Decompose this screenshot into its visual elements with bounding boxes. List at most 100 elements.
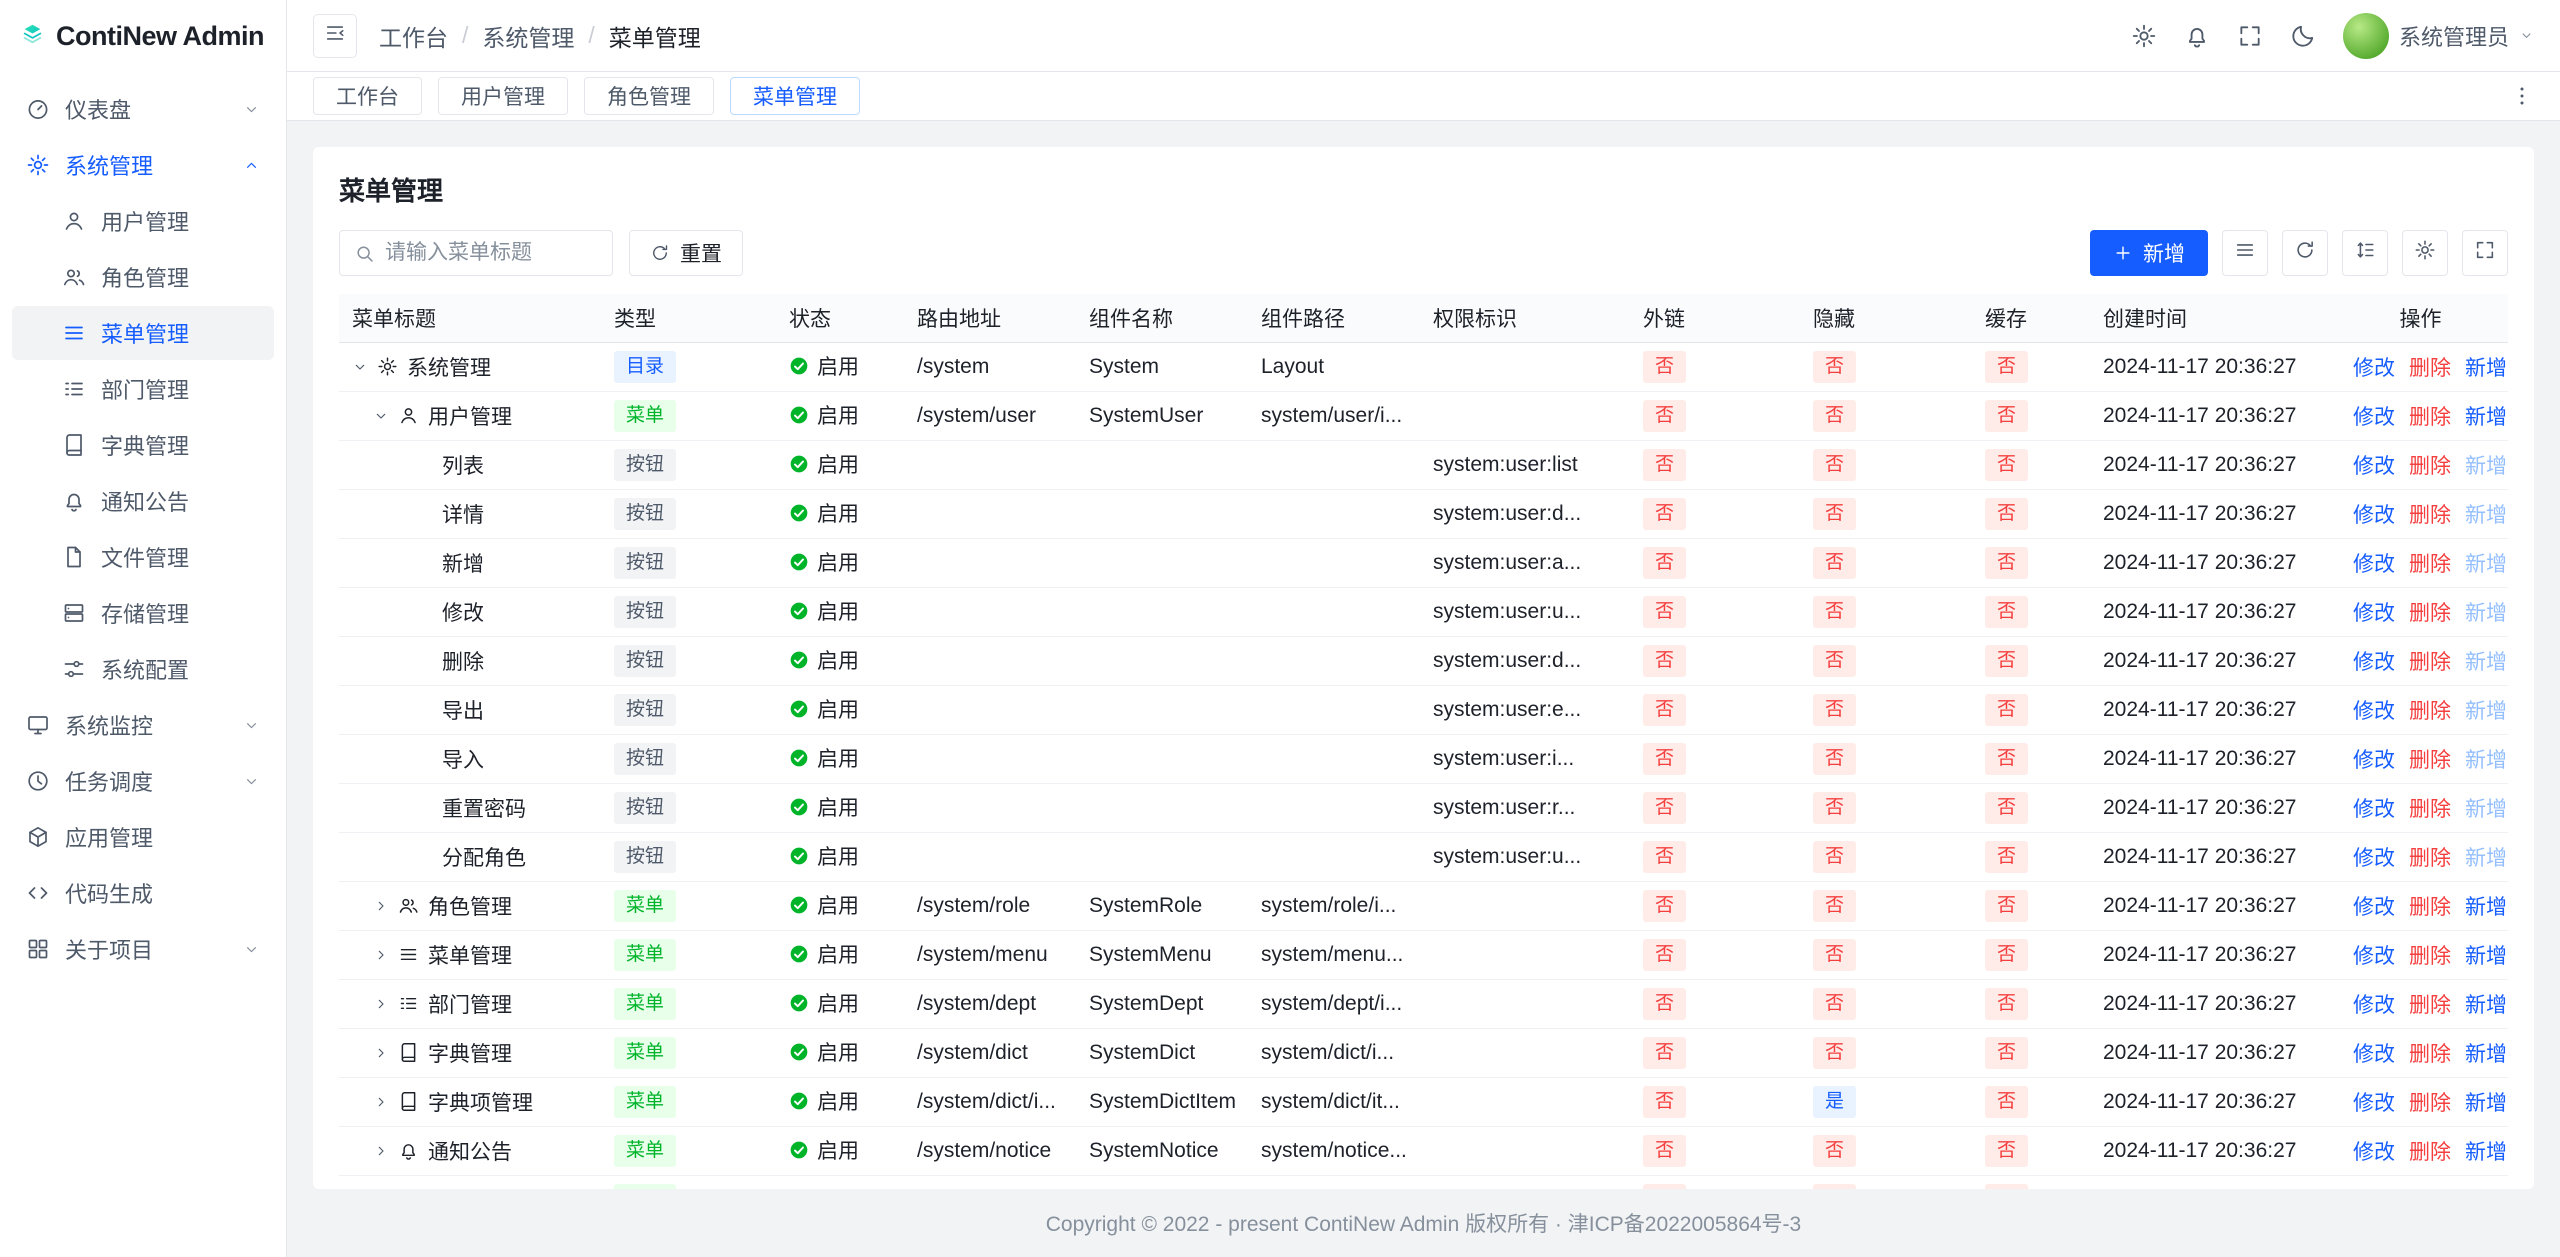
modify-link[interactable]: 修改 bbox=[2353, 847, 2395, 870]
delete-link[interactable]: 删除 bbox=[2409, 847, 2451, 870]
modify-link[interactable]: 修改 bbox=[2353, 651, 2395, 674]
table-row: 详情按钮启用system:user:d...否否否2024-11-17 20:3… bbox=[339, 489, 2508, 538]
refresh-table-button[interactable] bbox=[2282, 230, 2328, 276]
tab-role-management[interactable]: 角色管理 bbox=[584, 77, 714, 115]
add-link[interactable]: 新增 bbox=[2465, 1141, 2507, 1164]
modify-link[interactable]: 修改 bbox=[2353, 945, 2395, 968]
menu-title: 部门管理 bbox=[428, 989, 512, 1019]
add-link[interactable]: 新增 bbox=[2465, 1092, 2507, 1115]
breadcrumb-item[interactable]: 系统管理 bbox=[482, 19, 574, 53]
status-badge: 启用 bbox=[789, 792, 859, 822]
add-button-label: 新增 bbox=[2143, 238, 2185, 268]
delete-link[interactable]: 删除 bbox=[2409, 700, 2451, 723]
expand-toggle[interactable] bbox=[373, 898, 389, 914]
sidebar-item-task-schedule[interactable]: 任务调度 bbox=[12, 754, 274, 808]
modify-link[interactable]: 修改 bbox=[2353, 1141, 2395, 1164]
sidebar-item-file-management[interactable]: 文件管理 bbox=[12, 530, 274, 584]
column-settings-button[interactable] bbox=[2402, 230, 2448, 276]
delete-link[interactable]: 删除 bbox=[2409, 504, 2451, 527]
delete-link[interactable]: 删除 bbox=[2409, 602, 2451, 625]
notifications-icon[interactable] bbox=[2184, 23, 2210, 49]
dark-mode-icon[interactable] bbox=[2290, 23, 2316, 49]
sidebar-item-dict-management[interactable]: 字典管理 bbox=[12, 418, 274, 472]
tab-user-management[interactable]: 用户管理 bbox=[438, 77, 568, 115]
modify-link[interactable]: 修改 bbox=[2353, 602, 2395, 625]
delete-link[interactable]: 删除 bbox=[2409, 455, 2451, 478]
expand-toggle[interactable] bbox=[373, 996, 389, 1012]
delete-link[interactable]: 删除 bbox=[2409, 798, 2451, 821]
delete-link[interactable]: 删除 bbox=[2409, 945, 2451, 968]
delete-link[interactable]: 删除 bbox=[2409, 1043, 2451, 1066]
expand-toggle[interactable] bbox=[352, 359, 368, 375]
modify-link[interactable]: 修改 bbox=[2353, 896, 2395, 919]
add-link[interactable]: 新增 bbox=[2465, 896, 2507, 919]
search-input[interactable] bbox=[385, 241, 598, 265]
sidebar-item-system-monitor[interactable]: 系统监控 bbox=[12, 698, 274, 752]
check-circle-icon bbox=[789, 748, 809, 768]
component-path: Layout bbox=[1248, 342, 1420, 391]
tag: 按钮 bbox=[614, 498, 676, 530]
sidebar-item-code-generation[interactable]: 代码生成 bbox=[12, 866, 274, 920]
reset-button[interactable]: 重置 bbox=[629, 230, 743, 276]
add-link[interactable]: 新增 bbox=[2465, 994, 2507, 1017]
expand-toggle[interactable] bbox=[373, 1143, 389, 1159]
table-fullscreen-button[interactable] bbox=[2462, 230, 2508, 276]
delete-link[interactable]: 删除 bbox=[2409, 896, 2451, 919]
sidebar-item-system-management[interactable]: 系统管理 bbox=[12, 138, 274, 192]
delete-link[interactable]: 删除 bbox=[2409, 553, 2451, 576]
breadcrumb-item[interactable]: 菜单管理 bbox=[609, 19, 701, 53]
table-row: 重置密码按钮启用system:user:r...否否否2024-11-17 20… bbox=[339, 783, 2508, 832]
delete-link[interactable]: 删除 bbox=[2409, 749, 2451, 772]
sidebar-item-app-management[interactable]: 应用管理 bbox=[12, 810, 274, 864]
sidebar-item-notice-management[interactable]: 通知公告 bbox=[12, 474, 274, 528]
monitor-icon bbox=[26, 713, 50, 737]
user-menu[interactable]: 系统管理员 bbox=[2343, 13, 2534, 59]
modify-link[interactable]: 修改 bbox=[2353, 357, 2395, 380]
modify-link[interactable]: 修改 bbox=[2353, 1092, 2395, 1115]
check-circle-icon bbox=[789, 1091, 809, 1111]
tab-menu-management[interactable]: 菜单管理 bbox=[730, 77, 860, 115]
sidebar-item-system-config[interactable]: 系统配置 bbox=[12, 642, 274, 696]
sidebar-item-about-project[interactable]: 关于项目 bbox=[12, 922, 274, 976]
fullscreen-icon[interactable] bbox=[2237, 23, 2263, 49]
add-link[interactable]: 新增 bbox=[2465, 357, 2507, 380]
density-button[interactable] bbox=[2222, 230, 2268, 276]
settings-icon[interactable] bbox=[2131, 23, 2157, 49]
sidebar-item-menu-management[interactable]: 菜单管理 bbox=[12, 306, 274, 360]
modify-link[interactable]: 修改 bbox=[2353, 504, 2395, 527]
modify-link[interactable]: 修改 bbox=[2353, 700, 2395, 723]
delete-link[interactable]: 删除 bbox=[2409, 994, 2451, 1017]
delete-link[interactable]: 删除 bbox=[2409, 406, 2451, 429]
delete-link[interactable]: 删除 bbox=[2409, 1141, 2451, 1164]
add-link[interactable]: 新增 bbox=[2465, 1043, 2507, 1066]
delete-link[interactable]: 删除 bbox=[2409, 357, 2451, 380]
breadcrumb-item[interactable]: 工作台 bbox=[379, 19, 448, 53]
modify-link[interactable]: 修改 bbox=[2353, 406, 2395, 429]
sidebar-item-dept-management[interactable]: 部门管理 bbox=[12, 362, 274, 416]
expand-toggle[interactable] bbox=[373, 1045, 389, 1061]
sidebar-item-user-management[interactable]: 用户管理 bbox=[12, 194, 274, 248]
modify-link[interactable]: 修改 bbox=[2353, 749, 2395, 772]
sidebar-item-storage-management[interactable]: 存储管理 bbox=[12, 586, 274, 640]
sidebar-item-role-management[interactable]: 角色管理 bbox=[12, 250, 274, 304]
add-button[interactable]: 新增 bbox=[2090, 230, 2208, 276]
modify-link[interactable]: 修改 bbox=[2353, 994, 2395, 1017]
sidebar-item-dashboard[interactable]: 仪表盘 bbox=[12, 82, 274, 136]
add-link[interactable]: 新增 bbox=[2465, 406, 2507, 429]
expand-toggle[interactable] bbox=[373, 947, 389, 963]
component-path bbox=[1248, 489, 1420, 538]
modify-link[interactable]: 修改 bbox=[2353, 1043, 2395, 1066]
tab-workbench[interactable]: 工作台 bbox=[313, 77, 422, 115]
tab-more-icon[interactable] bbox=[2510, 84, 2534, 108]
delete-link[interactable]: 删除 bbox=[2409, 651, 2451, 674]
line-height-button[interactable] bbox=[2342, 230, 2388, 276]
modify-link[interactable]: 修改 bbox=[2353, 455, 2395, 478]
expand-toggle[interactable] bbox=[373, 408, 389, 424]
modify-link[interactable]: 修改 bbox=[2353, 798, 2395, 821]
tag: 否 bbox=[1643, 939, 1686, 971]
add-link[interactable]: 新增 bbox=[2465, 945, 2507, 968]
expand-toggle[interactable] bbox=[373, 1094, 389, 1110]
modify-link[interactable]: 修改 bbox=[2353, 553, 2395, 576]
delete-link[interactable]: 删除 bbox=[2409, 1092, 2451, 1115]
sidebar-collapse-button[interactable] bbox=[313, 14, 357, 58]
